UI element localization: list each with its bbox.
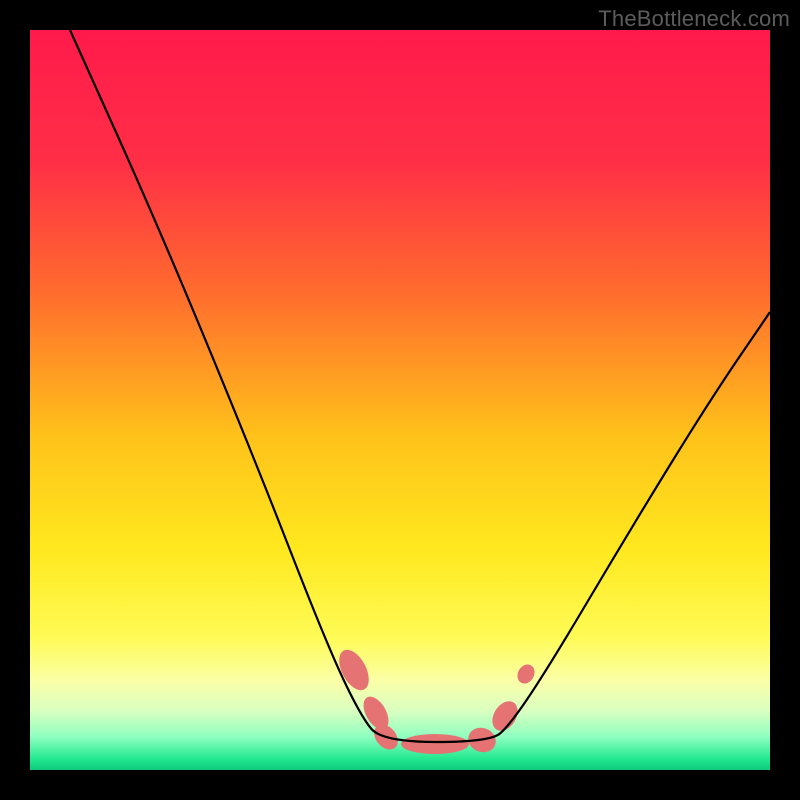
bottleneck-curve-chart — [30, 30, 770, 770]
plot-area — [30, 30, 770, 770]
gradient-background — [30, 30, 770, 770]
chart-frame: TheBottleneck.com — [0, 0, 800, 800]
watermark-text: TheBottleneck.com — [598, 6, 790, 32]
data-marker-3 — [401, 734, 469, 754]
